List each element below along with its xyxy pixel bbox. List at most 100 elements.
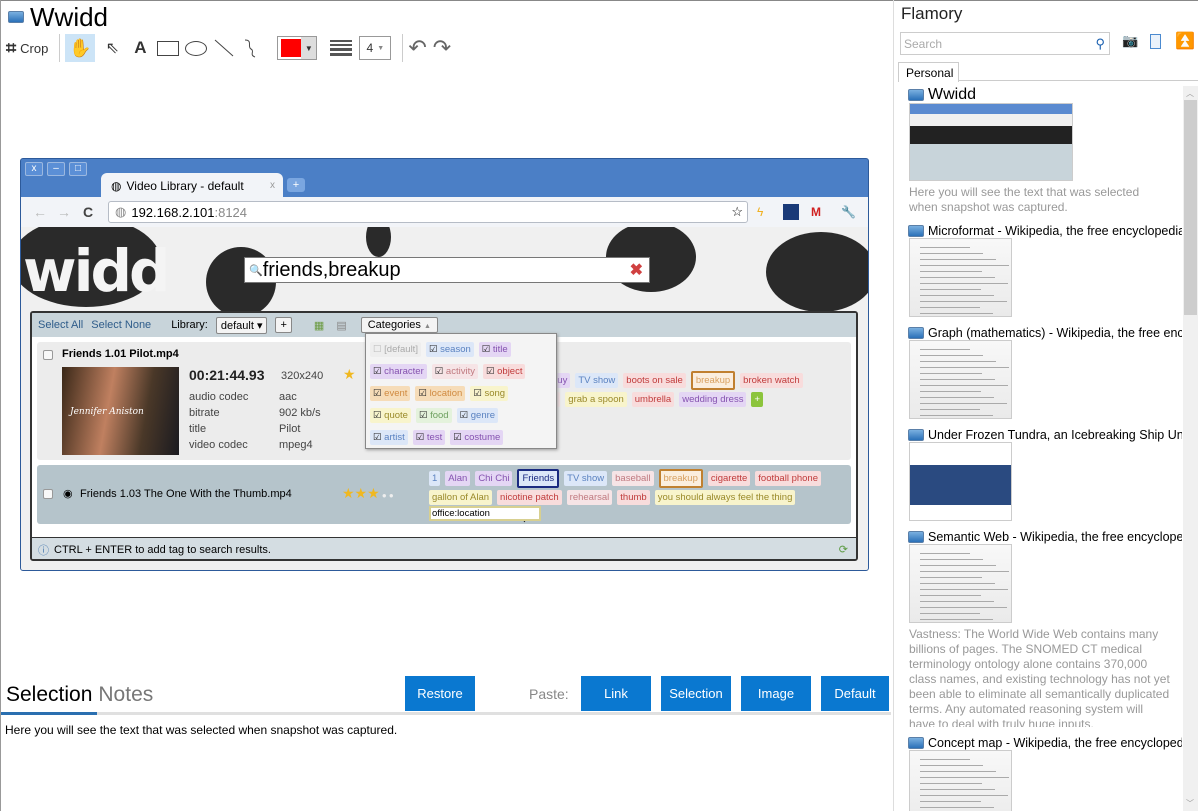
checkbox-checked-icon: ☑ [485, 365, 498, 377]
category-option: ☑ artist [370, 429, 408, 445]
item-description: Here you will see the text that was sele… [909, 185, 1140, 214]
tab-personal[interactable]: Personal [898, 62, 959, 82]
video-thumbnail: Jennifer Aniston [62, 367, 179, 455]
paste-image-button[interactable]: Image [741, 676, 811, 711]
tag: football phone [755, 471, 821, 486]
snapshot-image[interactable]: x – □ ◍ Video Library - default x + ← → … [20, 158, 869, 571]
info-icon: ⓘ [38, 544, 49, 557]
scrollbar-thumb[interactable] [1184, 100, 1197, 315]
tag: cigarette [707, 471, 751, 486]
category-label: activity [445, 365, 475, 377]
crop-button[interactable]: ⌗ Crop [6, 34, 48, 62]
item-title: Under Frozen Tundra, an Icebreaking Ship… [908, 427, 1182, 442]
snapshot-list-item[interactable]: Microformat - Wikipedia, the free encycl… [908, 223, 1182, 317]
snapshot-list-item[interactable]: Semantic Web - Wikipedia, the free encyc… [908, 529, 1182, 727]
tab-selection[interactable]: Selection [6, 683, 92, 707]
add-library-button: + [275, 317, 292, 333]
category-label: title [492, 343, 508, 355]
snapshot-list-item[interactable]: Graph (mathematics) - Wikipedia, the fre… [908, 325, 1182, 419]
checkbox-unchecked-icon: ☐ [373, 343, 385, 355]
bolt-icon: ϟ [757, 205, 764, 219]
gmail-icon: M [811, 205, 821, 219]
paste-default-button[interactable]: Default [821, 676, 889, 711]
separator [59, 34, 61, 62]
category-option: ☑ season [425, 341, 474, 357]
text-tool-button[interactable]: A [129, 34, 151, 62]
snapshot-list-item[interactable]: Under Frozen Tundra, an Icebreaking Ship… [908, 427, 1182, 521]
url-field: ◍ 192.168.2.101:8124 ☆ [108, 201, 748, 223]
tab-line [959, 80, 1198, 81]
freehand-tool-button[interactable] [241, 34, 261, 62]
tab-notes[interactable]: Notes [98, 683, 153, 707]
snapshot-list-item[interactable]: Wwidd Here you will see the text that was… [908, 86, 1182, 215]
metadata-row: video codec mpeg4 [189, 437, 321, 453]
collapse-top-icon[interactable]: ⏫ [1175, 33, 1195, 49]
chevron-down-icon: ▼ [377, 44, 385, 52]
video-checkbox [43, 350, 53, 360]
snapshot-list-item[interactable]: Concept map - Wikipedia, the free encycl… [908, 735, 1182, 811]
widd-search-input: 🔍 friends,breakup ✖ [244, 257, 650, 283]
separator [402, 34, 404, 62]
scroll-up-icon[interactable]: ︿ [1186, 88, 1194, 99]
category-option: ☑ activity [431, 363, 478, 379]
url-port: :8124 [214, 204, 248, 220]
tag: TV show [564, 471, 608, 486]
scroll-down-icon[interactable]: ﹀ [1186, 798, 1194, 809]
category-label: costume [464, 431, 501, 443]
tag: umbrella [631, 392, 675, 407]
tag: broken watch [740, 373, 803, 388]
browser-address-bar: ← → C ◍ 192.168.2.101:8124 ☆ ϟ M 🔧 [21, 197, 868, 227]
hand-tool-button[interactable]: ✋ [65, 34, 96, 62]
rectangle-tool-button[interactable] [157, 34, 180, 62]
document-icon[interactable] [1150, 34, 1161, 49]
select-tool-button[interactable]: ⇖ [101, 34, 123, 62]
search-placeholder: Search [904, 36, 943, 51]
bottom-tabs: Selection Notes [6, 683, 153, 707]
window-maximize-icon: □ [69, 162, 87, 176]
search-icon: 🔍 [249, 264, 263, 277]
hint-text: CTRL + ENTER to add tag to search result… [54, 543, 271, 556]
category-label: quote [384, 409, 408, 421]
text-icon: A [134, 38, 147, 57]
category-label: season [440, 343, 471, 355]
color-swatch [281, 39, 302, 57]
item-thumbnail [909, 340, 1012, 419]
redo-button[interactable]: ↷ [433, 34, 451, 62]
category-option: ☑ title [478, 341, 511, 357]
line-tool-button[interactable] [213, 34, 235, 62]
checkbox-checked-icon: ☑ [481, 343, 493, 355]
page-icon [908, 736, 924, 749]
globe-icon: ◍ [111, 178, 122, 193]
item-title: Semantic Web - Wikipedia, the free encyc… [908, 529, 1182, 544]
checkbox-checked-icon: ☑ [453, 431, 465, 443]
ellipse-tool-button[interactable] [185, 34, 208, 62]
paste-link-button[interactable]: Link [581, 676, 651, 711]
rating-stars: ★★★ ● ● [342, 485, 394, 501]
tag: baseball [612, 471, 654, 486]
tag: wedding dress [679, 392, 747, 407]
line-width-select[interactable]: 4 ▼ [359, 36, 392, 60]
snapshot-list: Wwidd Here you will see the text that was… [908, 86, 1182, 811]
checkbox-checked-icon: ☑ [418, 409, 431, 421]
checkbox-checked-icon: ☑ [373, 409, 385, 421]
sidebar-title: Flamory [901, 4, 963, 23]
video-filename: Friends 1.01 Pilot.mp4 [62, 348, 179, 360]
camera-icon[interactable]: 📷 [1122, 34, 1138, 49]
widd-page: widd 🔍 friends,breakup ✖ Select All Sele… [21, 227, 868, 570]
undo-icon: ↶ [408, 35, 427, 60]
item-thumbnail [909, 544, 1012, 623]
checkbox-checked-icon: ☑ [373, 387, 385, 399]
category-label: [default] [384, 343, 418, 355]
color-picker[interactable]: ▼ [277, 36, 318, 60]
line-width-icon [329, 34, 353, 62]
category-row: ☑ quote ☑ food ☑ genre [370, 404, 552, 426]
undo-button[interactable]: ↶ [408, 34, 426, 62]
restore-button[interactable]: Restore [405, 676, 475, 711]
category-row: ☑ artist ☑ test ☑ costume [370, 426, 552, 448]
tag: nicotine patch [497, 490, 562, 505]
paste-selection-button[interactable]: Selection [661, 676, 731, 711]
metadata-row: bitrate 902 kb/s [189, 405, 321, 421]
sidebar-search-input[interactable]: Search ⚲ [900, 32, 1110, 55]
forward-icon: → [57, 204, 71, 220]
item-description: Vastness: The World Wide Web contains ma… [909, 627, 1170, 727]
